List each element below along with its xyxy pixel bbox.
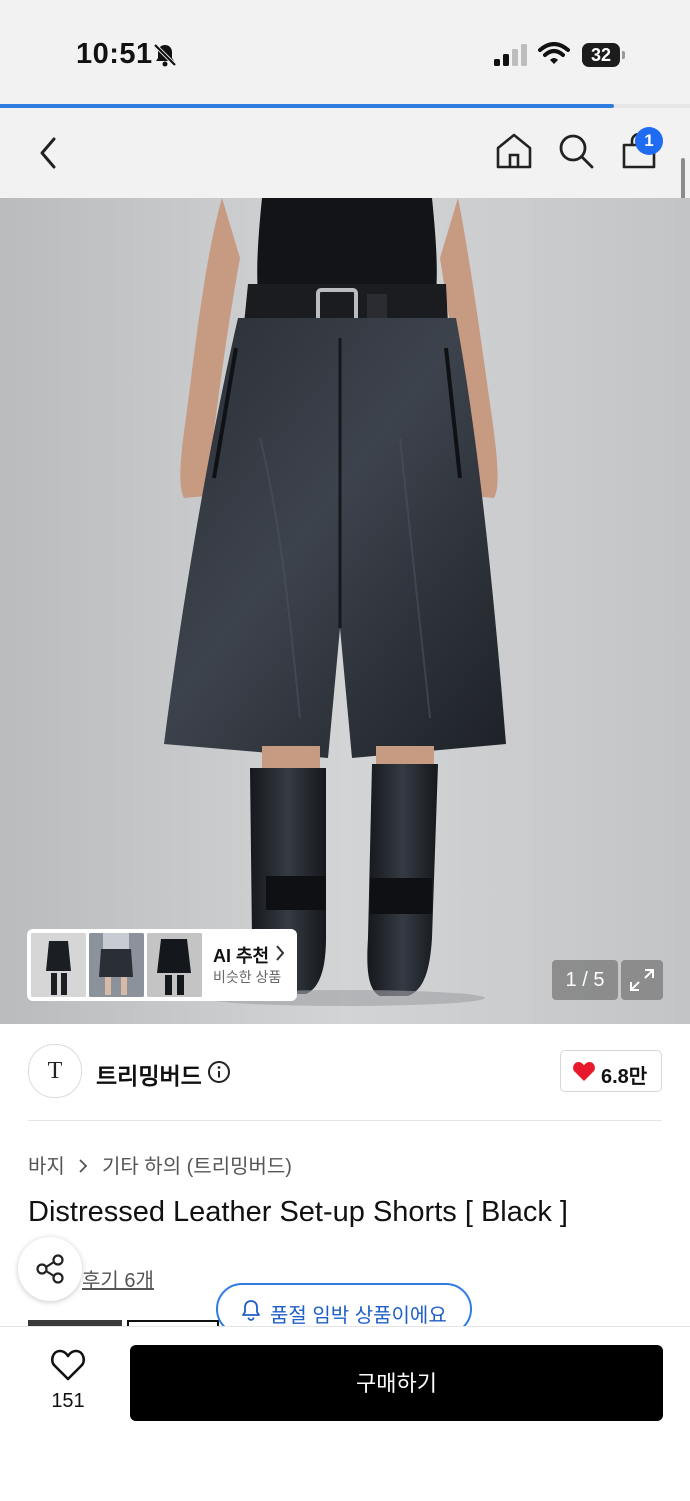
image-pager: 1 / 5 xyxy=(552,960,618,1000)
signal-icon xyxy=(494,44,527,66)
share-icon xyxy=(36,1254,64,1284)
wishlist-count: 151 xyxy=(51,1390,85,1412)
battery-icon: 32 xyxy=(582,43,626,67)
status-bar: 10:51 32 xyxy=(0,0,690,106)
bell-off-icon xyxy=(153,43,177,67)
share-button[interactable] xyxy=(18,1237,82,1301)
home-icon[interactable] xyxy=(495,132,533,170)
top-nav-bar xyxy=(0,108,690,198)
buy-button[interactable]: 구매하기 xyxy=(130,1345,663,1421)
search-icon[interactable] xyxy=(557,132,595,170)
info-icon[interactable] xyxy=(207,1060,231,1084)
product-image-gallery[interactable] xyxy=(0,198,690,1024)
breadcrumb-subcategory[interactable]: 기타 하의 (트리밍버드) xyxy=(102,1156,292,1178)
status-time: 10:51 xyxy=(76,38,153,70)
cart-count-badge: 1 xyxy=(635,127,663,155)
low-stock-text: 품절 임박 상품이에요 xyxy=(270,1305,447,1327)
divider xyxy=(28,1120,662,1121)
bell-icon xyxy=(242,1300,260,1321)
heart-outline-icon[interactable] xyxy=(50,1348,86,1382)
product-photo xyxy=(0,198,690,1024)
brand-like-count: 6.8만 xyxy=(601,1066,648,1088)
heart-filled-icon xyxy=(573,1062,595,1081)
breadcrumb: 바지 기타 하의 (트리밍버드) xyxy=(28,1150,292,1179)
expand-image-button[interactable] xyxy=(621,960,663,1000)
chevron-right-icon xyxy=(276,945,285,961)
wifi-icon xyxy=(538,42,570,64)
recommendation-thumbnail[interactable] xyxy=(89,933,144,997)
reviews-link[interactable]: 후기 6개 xyxy=(82,1264,154,1293)
recommendation-thumbnail[interactable] xyxy=(31,933,86,997)
back-chevron-icon[interactable] xyxy=(36,136,62,170)
expand-icon xyxy=(630,969,654,991)
ai-recommendation-subtitle: 비슷한 상품 xyxy=(213,969,282,985)
brand-name[interactable]: 트리밍버드 xyxy=(96,1057,202,1091)
brand-like-button[interactable]: 6.8만 xyxy=(560,1050,662,1092)
product-title: Distressed Leather Set-up Shorts [ Black… xyxy=(28,1196,568,1228)
chevron-right-icon xyxy=(79,1159,88,1173)
battery-level: 32 xyxy=(582,43,620,67)
breadcrumb-category[interactable]: 바지 xyxy=(28,1156,65,1178)
ai-recommendation-title: AI 추천 xyxy=(213,946,270,966)
recommendation-thumbnail[interactable] xyxy=(147,933,202,997)
brand-logo[interactable]: T xyxy=(28,1044,82,1098)
